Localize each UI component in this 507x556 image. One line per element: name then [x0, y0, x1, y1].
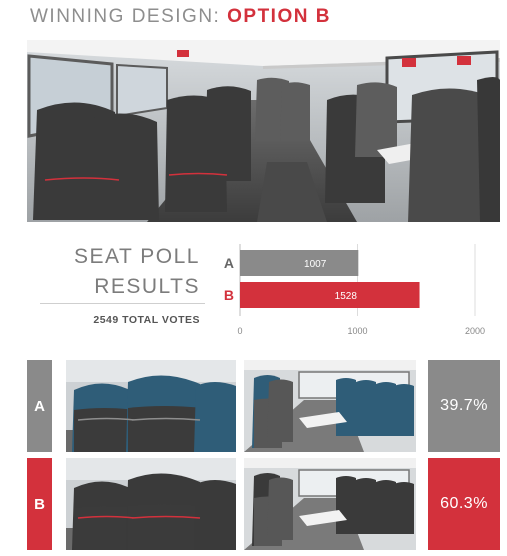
page-title: WINNING DESIGN: OPTION B — [30, 6, 331, 28]
bar-value-label: 1528 — [335, 291, 358, 302]
bar-option-a — [240, 250, 359, 276]
poll-title: SEAT POLL RESULTS — [40, 242, 200, 302]
x-tick-label: 0 — [237, 326, 242, 336]
poll-title-line2: RESULTS — [94, 275, 200, 298]
poll-title-line1: SEAT POLL — [74, 245, 200, 268]
x-tick-label: 2000 — [465, 326, 485, 336]
option-a-label: A — [27, 360, 52, 452]
poll-bar-chart: 0 1000 2000 A 1007 B 1528 — [224, 244, 485, 336]
option-b-percentage: 60.3% — [428, 458, 500, 550]
option-b-cabin-image — [244, 458, 416, 550]
option-a-cabin-image — [244, 360, 416, 452]
option-b-label: B — [27, 458, 52, 550]
category-label: B — [224, 287, 234, 303]
bar-option-b — [240, 282, 420, 308]
title-winner: OPTION B — [227, 6, 331, 27]
title-lead: WINNING DESIGN: — [30, 6, 228, 27]
total-votes: 2549 TOTAL VOTES — [93, 314, 200, 326]
x-tick-label: 1000 — [347, 326, 367, 336]
option-b-seat-closeup-image — [66, 458, 236, 550]
divider — [40, 303, 205, 304]
train-interior-photo — [27, 40, 500, 222]
category-label: A — [224, 255, 234, 271]
bar-value-label: 1007 — [304, 259, 327, 270]
option-a-percentage: 39.7% — [428, 360, 500, 452]
option-a-seat-closeup-image — [66, 360, 236, 452]
